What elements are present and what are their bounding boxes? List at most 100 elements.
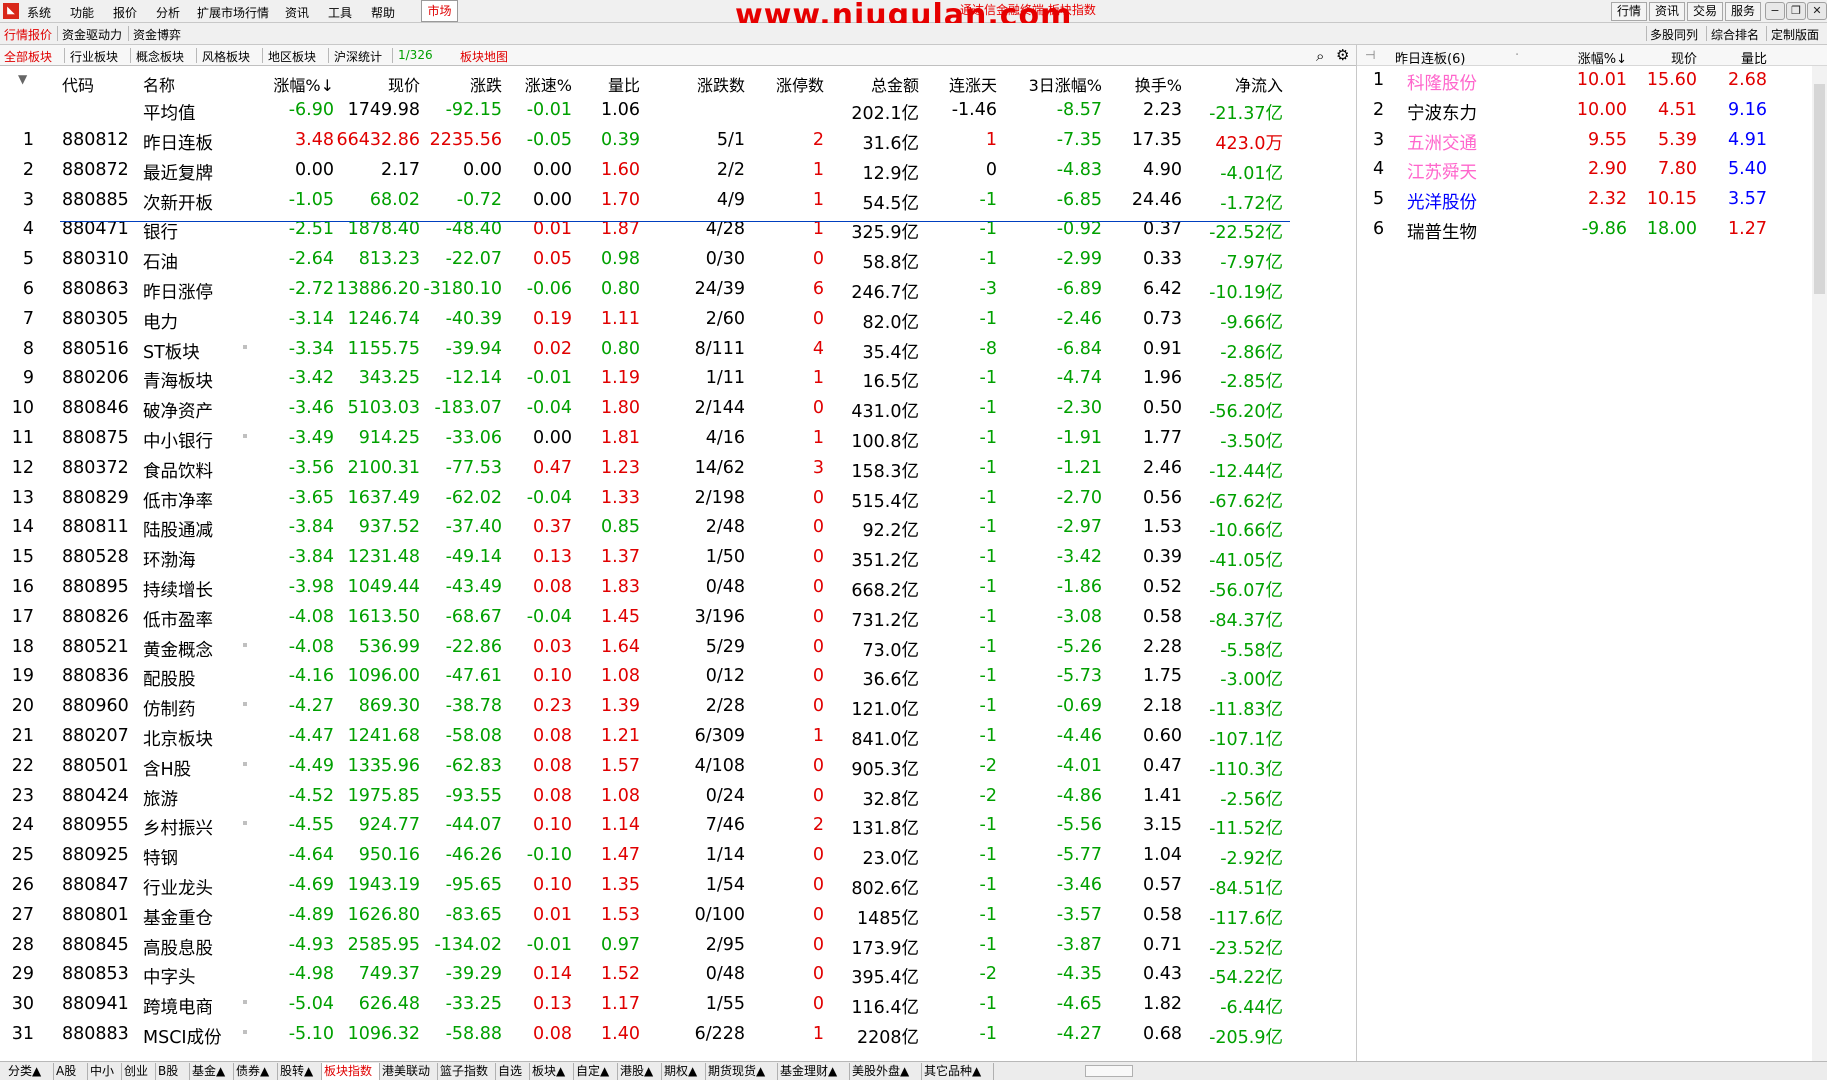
- header-volume-ratio[interactable]: 量比: [550, 72, 640, 96]
- bottom-tab[interactable]: 板块▲: [530, 1063, 574, 1080]
- tab-all-sectors[interactable]: 全部板块: [4, 48, 52, 65]
- bottom-tab[interactable]: 港美联动: [380, 1063, 438, 1080]
- table-row[interactable]: 6 880863 昨日涨停 -2.72 13886.20 -3180.10 -0.06 0.8…: [0, 275, 1353, 305]
- header-change-pct[interactable]: 涨幅%↓: [242, 72, 334, 96]
- scroll-thumb[interactable]: [1814, 84, 1825, 294]
- bottom-tab[interactable]: 其它品种▲: [922, 1063, 994, 1080]
- table-row[interactable]: 11 880875 中小银行 -3.49 914.25 -33.06 0.00 1.81 4/1…: [0, 424, 1353, 454]
- close-icon[interactable]: ✕: [1807, 2, 1827, 20]
- bottom-tab[interactable]: 中小: [88, 1063, 122, 1080]
- table-row[interactable]: 28 880845 高股息股 -4.93 2585.95 -134.02 -0.01 0.97…: [0, 931, 1353, 961]
- bottom-tab[interactable]: 期权▲: [662, 1063, 706, 1080]
- table-row[interactable]: 5 880310 石油 -2.64 813.23 -22.07 0.05 0.98 0/30 0 5…: [0, 245, 1353, 275]
- panel-row[interactable]: 4 江苏舜天 2.90 7.80 5.40: [1357, 155, 1827, 185]
- menu-tools[interactable]: 工具: [328, 4, 352, 21]
- service-button[interactable]: 服务: [1725, 2, 1761, 21]
- table-row[interactable]: 27 880801 基金重仓 -4.89 1626.80 -83.65 0.01 1.53 0/…: [0, 901, 1353, 931]
- panel-header-price[interactable]: 现价: [1627, 48, 1697, 67]
- header-up-down[interactable]: 涨跌数: [655, 72, 745, 96]
- tab-capital-drive[interactable]: 资金驱动力: [62, 26, 122, 43]
- market-button[interactable]: 市场: [421, 0, 458, 22]
- bottom-tab[interactable]: 港股▲: [618, 1063, 662, 1080]
- table-row[interactable]: 1 880812 昨日连板 3.48 66432.86 2235.56 -0.05 0.39 5…: [0, 126, 1353, 156]
- table-row[interactable]: 3 880885 次新开板 -1.05 68.02 -0.72 0.00 1.70 4/9 1 54…: [0, 186, 1353, 216]
- table-row[interactable]: 14 880811 陆股通减 -3.84 937.52 -37.40 0.37 0.85 2/4…: [0, 513, 1353, 543]
- table-row[interactable]: 24 880955 乡村振兴 -4.55 924.77 -44.07 0.10 1.14 7/4…: [0, 811, 1353, 841]
- table-row[interactable]: 2 880872 最近复牌 0.00 2.17 0.00 0.00 1.60 2/2 1 12.9亿…: [0, 156, 1353, 186]
- sort-arrow-icon[interactable]: ▼: [18, 72, 27, 86]
- table-row[interactable]: 29 880853 中字头 -4.98 749.37 -39.29 0.14 1.52 0/48…: [0, 960, 1353, 990]
- header-turnover[interactable]: 换手%: [1092, 72, 1182, 96]
- restore-icon[interactable]: ❐: [1786, 2, 1806, 20]
- table-row[interactable]: 19 880836 配股股 -4.16 1096.00 -47.61 0.10 1.08 0/1…: [0, 662, 1353, 692]
- menu-system[interactable]: 系统: [27, 4, 51, 21]
- table-row[interactable]: 22 880501 含H股 -4.49 1335.96 -62.83 0.08 1.57 4/1…: [0, 752, 1353, 782]
- table-row[interactable]: 7 880305 电力 -3.14 1246.74 -40.39 0.19 1.11 2/60 0…: [0, 305, 1353, 335]
- tab-industry[interactable]: 行业板块: [70, 48, 118, 65]
- bottom-tab[interactable]: 期货现货▲: [706, 1063, 778, 1080]
- table-row[interactable]: 13 880829 低市净率 -3.65 1637.49 -62.02 -0.04 1.33 2…: [0, 484, 1353, 514]
- tab-hs-stats[interactable]: 沪深统计: [334, 48, 382, 65]
- bottom-tab[interactable]: 自选: [496, 1063, 530, 1080]
- bottom-tab[interactable]: 股转▲: [278, 1063, 322, 1080]
- table-row[interactable]: 20 880960 仿制药 -4.27 869.30 -38.78 0.23 1.39 2/28…: [0, 692, 1353, 722]
- panel-row[interactable]: 2 宁波东力 10.00 4.51 9.16: [1357, 96, 1827, 126]
- panel-header-volume-ratio[interactable]: 量比: [1697, 48, 1767, 67]
- news-button[interactable]: 资讯: [1649, 2, 1685, 21]
- table-row[interactable]: 21 880207 北京板块 -4.47 1241.68 -58.08 0.08 1.21 6/…: [0, 722, 1353, 752]
- table-row[interactable]: 15 880528 环渤海 -3.84 1231.48 -49.14 0.13 1.37 1/5…: [0, 543, 1353, 573]
- sector-map-link[interactable]: 板块地图: [460, 48, 508, 65]
- header-limit-up[interactable]: 涨停数: [734, 72, 824, 96]
- panel-row[interactable]: 5 光洋股份 2.32 10.15 3.57: [1357, 185, 1827, 215]
- bottom-tab[interactable]: 美股外盘▲: [850, 1063, 922, 1080]
- table-row[interactable]: 31 880883 MSCI成份 -5.10 1096.32 -58.88 0.08 1.40…: [0, 1020, 1353, 1050]
- bottom-tab[interactable]: B股: [156, 1063, 190, 1080]
- table-row[interactable]: 9 880206 青海板块 -3.42 343.25 -12.14 -0.01 1.19 1/1…: [0, 364, 1353, 394]
- table-row[interactable]: 30 880941 跨境电商 -5.04 626.48 -33.25 0.13 1.17 1/5…: [0, 990, 1353, 1020]
- header-amount[interactable]: 总金额: [829, 72, 919, 96]
- bottom-tab[interactable]: 板块指数: [322, 1063, 380, 1080]
- header-streak[interactable]: 连涨天: [907, 72, 997, 96]
- tab-quote[interactable]: 行情报价: [4, 26, 52, 43]
- header-code[interactable]: 代码: [62, 72, 94, 96]
- table-row[interactable]: 17 880826 低市盈率 -4.08 1613.50 -68.67 -0.04 1.45 3…: [0, 603, 1353, 633]
- table-row[interactable]: 10 880846 破净资产 -3.46 5103.03 -183.07 -0.04 1.80…: [0, 394, 1353, 424]
- tab-region[interactable]: 地区板块: [268, 48, 316, 65]
- bottom-tab[interactable]: A股: [54, 1063, 88, 1080]
- panel-header-change[interactable]: 涨幅%↓: [1557, 48, 1627, 67]
- table-row[interactable]: 26 880847 行业龙头 -4.69 1943.19 -95.65 0.10 1.35 1/…: [0, 871, 1353, 901]
- gear-icon[interactable]: ⚙: [1336, 46, 1349, 64]
- table-row[interactable]: 18 880521 黄金概念 -4.08 536.99 -22.86 0.03 1.64 5/2…: [0, 633, 1353, 663]
- menu-function[interactable]: 功能: [70, 4, 94, 21]
- horizontal-scrollbar[interactable]: [1085, 1065, 1133, 1077]
- header-name[interactable]: 名称: [143, 72, 175, 96]
- vertical-scrollbar[interactable]: [1812, 66, 1827, 1061]
- panel-row[interactable]: 1 科隆股份 10.01 15.60 2.68: [1357, 66, 1827, 96]
- panel-row[interactable]: 3 五洲交通 9.55 5.39 4.91: [1357, 126, 1827, 156]
- table-row[interactable]: 12 880372 食品饮料 -3.56 2100.31 -77.53 0.47 1.23 14…: [0, 454, 1353, 484]
- header-3day[interactable]: 3日涨幅%: [997, 72, 1102, 96]
- tab-composite-rank[interactable]: 综合排名: [1711, 26, 1759, 43]
- menu-analysis[interactable]: 分析: [156, 4, 180, 21]
- trade-button[interactable]: 交易: [1687, 2, 1723, 21]
- tab-style[interactable]: 风格板块: [202, 48, 250, 65]
- search-icon[interactable]: ⌕: [1316, 47, 1324, 65]
- table-row[interactable]: 25 880925 特钢 -4.64 950.16 -46.26 -0.10 1.47 1/14…: [0, 841, 1353, 871]
- tab-multi-stock[interactable]: 多股同列: [1650, 26, 1698, 43]
- table-row[interactable]: 16 880895 持续增长 -3.98 1049.44 -43.49 0.08 1.83 0/…: [0, 573, 1353, 603]
- minimize-icon[interactable]: −: [1765, 2, 1785, 20]
- tab-custom-layout[interactable]: 定制版面: [1771, 26, 1819, 43]
- bottom-tab[interactable]: 自定▲: [574, 1063, 618, 1080]
- menu-extended-market[interactable]: 扩展市场行情: [197, 4, 269, 21]
- bottom-tab[interactable]: 基金理财▲: [778, 1063, 850, 1080]
- pin-icon[interactable]: ⊣: [1365, 48, 1375, 62]
- bottom-tab[interactable]: 创业: [122, 1063, 156, 1080]
- bottom-tab[interactable]: 篮子指数: [438, 1063, 496, 1080]
- tab-capital-game[interactable]: 资金博弈: [133, 26, 181, 43]
- menu-news[interactable]: 资讯: [285, 4, 309, 21]
- menu-quote[interactable]: 报价: [113, 4, 137, 21]
- bottom-tab[interactable]: 分类▲: [6, 1063, 54, 1080]
- menu-help[interactable]: 帮助: [371, 4, 395, 21]
- quote-button[interactable]: 行情: [1611, 2, 1647, 21]
- header-net-inflow[interactable]: 净流入: [1193, 72, 1283, 96]
